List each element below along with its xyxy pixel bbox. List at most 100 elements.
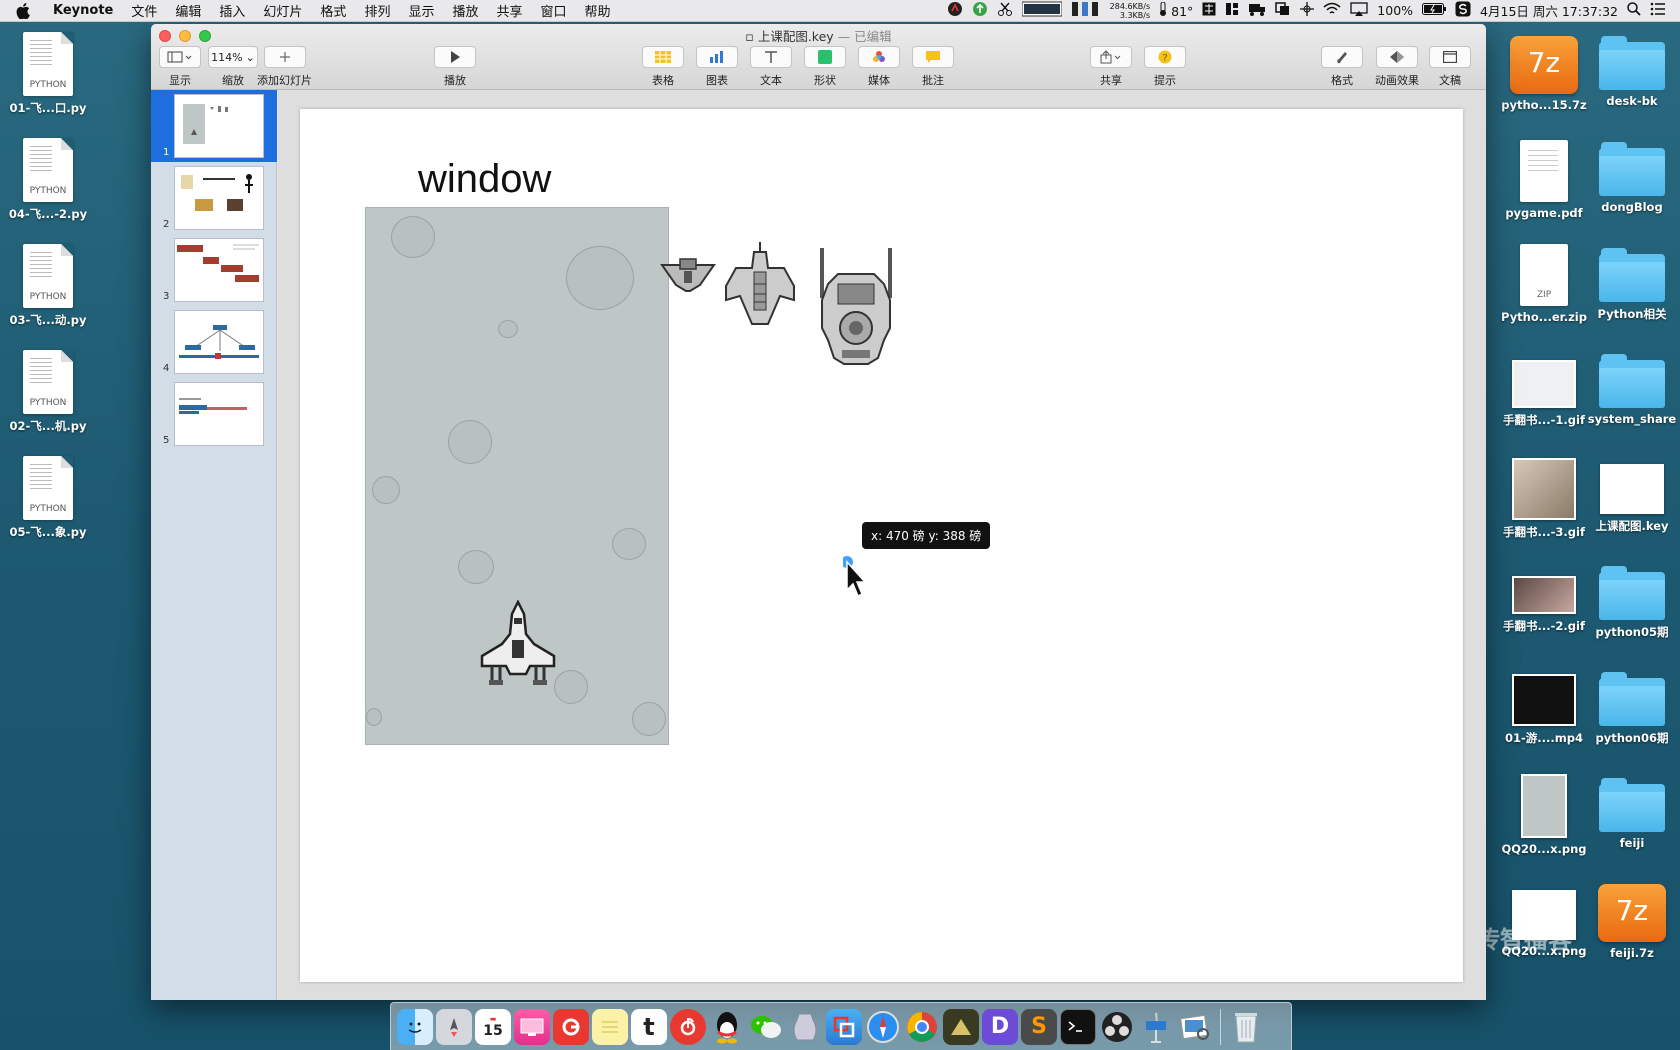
menu-window[interactable]: 窗口 xyxy=(532,1,576,20)
window-grid-icon[interactable] xyxy=(1225,2,1239,19)
shape-tool[interactable]: 形状 xyxy=(804,46,846,88)
desktop-item-8[interactable]: system_share xyxy=(1584,354,1680,426)
play-tool[interactable]: 播放 xyxy=(434,46,476,88)
apple-icon[interactable] xyxy=(16,2,34,19)
copy-icon[interactable] xyxy=(1275,2,1291,19)
dock-trash-icon[interactable] xyxy=(1228,1009,1264,1045)
dock-keynote-icon[interactable] xyxy=(1138,1009,1174,1045)
notification-center-icon[interactable] xyxy=(1650,2,1666,19)
slide-thumbnail-2[interactable]: 2 xyxy=(151,162,277,234)
move-icon[interactable] xyxy=(1300,2,1315,19)
share-tool[interactable]: 共享 xyxy=(1090,46,1132,88)
dock-display-icon[interactable] xyxy=(514,1008,550,1045)
dock-obs-icon[interactable] xyxy=(1099,1009,1135,1045)
format-tool[interactable]: 格式 xyxy=(1321,46,1363,88)
desktop-item-5[interactable]: ZIP Pytho...er.zip xyxy=(1496,244,1592,324)
desktop-item-18[interactable]: 7z feiji.7z xyxy=(1584,884,1680,960)
text-tool[interactable]: 文本 xyxy=(750,46,792,88)
small-enemy-plane-icon[interactable] xyxy=(660,255,716,295)
desktop-item-10[interactable]: 上课配图.key xyxy=(1584,464,1680,534)
desktop-file-py-5[interactable]: PYTHON 05-飞...象.py xyxy=(0,456,96,540)
edited-status[interactable]: — 已编辑 xyxy=(838,29,892,44)
clock-datetime[interactable]: 4月15日 周六 17:37:32 xyxy=(1480,1,1618,20)
desktop-item-6[interactable]: Python相关 xyxy=(1584,248,1680,322)
cpu-graph-icon[interactable] xyxy=(1021,1,1063,20)
menu-share[interactable]: 共享 xyxy=(487,1,531,20)
dock-chrome-icon[interactable] xyxy=(904,1009,940,1045)
desktop-item-13[interactable]: 01-游....mp4 xyxy=(1496,674,1592,746)
menu-insert[interactable]: 插入 xyxy=(210,1,254,20)
desktop-item-14[interactable]: python06期 xyxy=(1584,672,1680,746)
zoom-select[interactable]: 114% ⌄ xyxy=(208,46,258,68)
chart-tool[interactable]: 图表 xyxy=(696,46,738,88)
menu-file[interactable]: 文件 xyxy=(122,1,166,20)
menu-view[interactable]: 显示 xyxy=(399,1,443,20)
dock-finder-icon[interactable] xyxy=(397,1008,433,1045)
spotlight-search-icon[interactable] xyxy=(1627,2,1641,19)
dock-calendar-icon[interactable]: ▬ 15 xyxy=(475,1008,511,1045)
animate-tool[interactable]: 动画效果 xyxy=(1375,46,1419,88)
battery-icon[interactable] xyxy=(1422,3,1447,18)
desktop-item-7[interactable]: 手翻书...-1.gif xyxy=(1496,360,1592,428)
wifi-icon[interactable] xyxy=(1323,2,1341,19)
slide-thumbnail-1[interactable]: 1 xyxy=(151,90,277,162)
dock-typora-icon[interactable]: t xyxy=(631,1008,667,1045)
dock-terminal-icon[interactable] xyxy=(1060,1008,1096,1045)
desktop-file-py-4[interactable]: PYTHON 02-飞...机.py xyxy=(0,350,96,434)
desktop-file-py-1[interactable]: PYTHON 01-飞...口.py xyxy=(0,32,96,116)
dock-parallels-icon[interactable] xyxy=(826,1008,862,1045)
slide-thumbnail-5[interactable]: 5 xyxy=(151,378,277,450)
menu-play[interactable]: 播放 xyxy=(443,1,487,20)
dock-wechat-icon[interactable] xyxy=(748,1009,784,1045)
media-tool[interactable]: 媒体 xyxy=(858,46,900,88)
upload-icon[interactable] xyxy=(972,1,988,20)
tips-tool[interactable]: ? 提示 xyxy=(1144,46,1186,88)
slide-title[interactable]: window xyxy=(418,157,551,202)
dock-preview-icon[interactable] xyxy=(1177,1009,1213,1045)
truck-icon[interactable] xyxy=(1248,2,1266,19)
scissors-icon[interactable] xyxy=(997,1,1013,20)
large-enemy-plane-icon[interactable] xyxy=(814,244,898,368)
dock-jar-icon[interactable] xyxy=(787,1009,823,1045)
table-tool[interactable]: 表格 xyxy=(642,46,684,88)
dock-qq-icon[interactable] xyxy=(709,1009,745,1045)
menu-arrange[interactable]: 排列 xyxy=(355,1,399,20)
desktop-item-12[interactable]: python05期 xyxy=(1584,566,1680,640)
slide-thumbnail-3[interactable]: 3 xyxy=(151,234,277,306)
airplay-icon[interactable] xyxy=(1350,2,1368,19)
medium-enemy-plane-icon[interactable] xyxy=(724,240,796,330)
menu-edit[interactable]: 编辑 xyxy=(166,1,210,20)
desktop-item-3[interactable]: pygame.pdf xyxy=(1496,140,1592,220)
game-background-image[interactable] xyxy=(365,207,669,745)
comment-tool[interactable]: 批注 xyxy=(912,46,954,88)
desktop-item-1[interactable]: 7z pytho...15.7z xyxy=(1496,36,1592,112)
desktop-file-py-2[interactable]: PYTHON 04-飞...-2.py xyxy=(0,138,96,222)
dock-netease-music-icon[interactable] xyxy=(670,1008,706,1045)
desktop-item-11[interactable]: 手翻书...-2.gif xyxy=(1496,576,1592,634)
menu-app-name[interactable]: Keynote xyxy=(44,3,122,18)
dock-launchpad-icon[interactable] xyxy=(436,1008,472,1045)
sync-icon[interactable] xyxy=(1455,1,1471,20)
menu-format[interactable]: 格式 xyxy=(311,1,355,20)
dock-git-icon[interactable] xyxy=(553,1008,589,1045)
input-method-icon[interactable] xyxy=(1202,2,1216,19)
zoom-tool[interactable]: 114% ⌄ 缩放 xyxy=(208,46,258,88)
dock-notes-icon[interactable] xyxy=(592,1008,628,1045)
view-tool[interactable]: 显示 xyxy=(159,46,201,88)
status-app-icon[interactable] xyxy=(947,1,963,20)
desktop-item-15[interactable]: QQ20...x.png xyxy=(1496,774,1592,856)
desktop-file-py-3[interactable]: PYTHON 03-飞...动.py xyxy=(0,244,96,328)
dock-safari-icon[interactable] xyxy=(865,1009,901,1045)
menu-slide[interactable]: 幻灯片 xyxy=(254,1,311,20)
desktop-item-16[interactable]: feiji xyxy=(1584,778,1680,850)
slide-thumbnail-4[interactable]: 4 xyxy=(151,306,277,378)
dock-game-icon[interactable] xyxy=(943,1008,979,1045)
document-tool[interactable]: 文稿 xyxy=(1429,46,1471,88)
dock-dash-icon[interactable]: D xyxy=(982,1008,1018,1045)
desktop-item-9[interactable]: 手翻书...-3.gif xyxy=(1496,458,1592,540)
add-slide-tool[interactable]: 添加幻灯片 xyxy=(257,46,312,88)
menu-help[interactable]: 帮助 xyxy=(576,1,620,20)
memory-icon[interactable] xyxy=(1071,1,1101,20)
dock-sublime-icon[interactable]: S xyxy=(1021,1008,1057,1045)
desktop-item-2[interactable]: desk-bk xyxy=(1584,36,1680,108)
